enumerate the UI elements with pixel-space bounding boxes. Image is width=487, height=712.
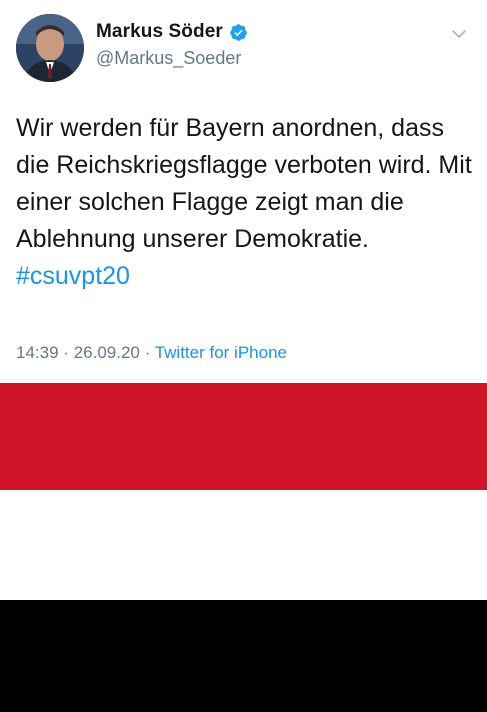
display-name[interactable]: Markus Söder	[96, 21, 223, 43]
flag-stripe-red	[0, 383, 487, 490]
author-name-row: Markus Söder	[96, 21, 248, 43]
flag-stripe-white	[0, 490, 487, 600]
meta-separator: ·	[63, 343, 69, 362]
tweet-body: Wir werden für Bayern anordnen, dass die…	[16, 114, 472, 253]
avatar-photo	[16, 14, 84, 82]
hashtag-link[interactable]: #csuvpt20	[16, 262, 130, 290]
chevron-down-icon[interactable]	[451, 26, 467, 42]
verified-badge-icon	[229, 23, 248, 42]
flag-stripe-black	[0, 600, 487, 712]
tweet-meta: 14:39 · 26.09.20 · Twitter for iPhone	[16, 343, 287, 363]
tweet-source-link[interactable]: Twitter for iPhone	[155, 343, 287, 362]
meta-separator: ·	[144, 343, 151, 362]
tweet-time[interactable]: 14:39	[16, 343, 59, 362]
avatar[interactable]	[16, 14, 84, 82]
page: Markus Söder @Markus_Soeder Wir werden f…	[0, 0, 487, 712]
tweet-date[interactable]: 26.09.20	[74, 343, 140, 362]
flag-image	[0, 383, 487, 712]
author-handle[interactable]: @Markus_Soeder	[96, 48, 241, 69]
tweet-card[interactable]: Markus Söder @Markus_Soeder Wir werden f…	[0, 0, 487, 378]
tweet-text: Wir werden für Bayern anordnen, dass die…	[16, 110, 476, 295]
